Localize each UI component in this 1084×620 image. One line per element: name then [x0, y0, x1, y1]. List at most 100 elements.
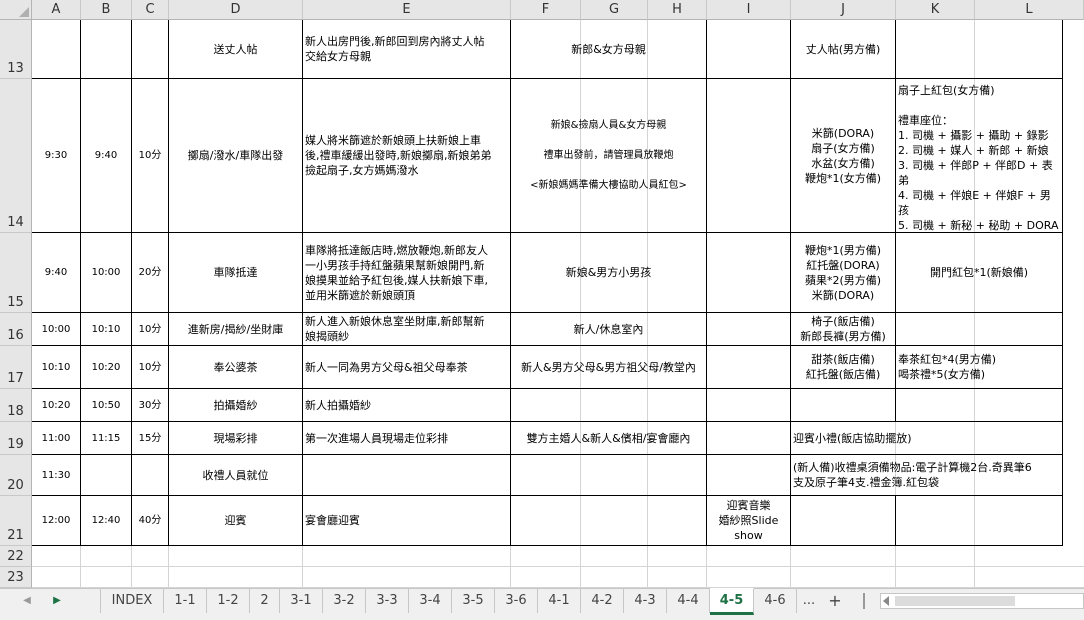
cell-notes[interactable]: 奉茶紅包*4(男方備) 喝茶禮*5(女方備)	[896, 346, 1063, 389]
column-header-c[interactable]: C	[132, 0, 169, 20]
cell-start-time[interactable]: 11:30	[32, 455, 81, 496]
column-header-i[interactable]: I	[707, 0, 791, 20]
column-header-e[interactable]: E	[303, 0, 511, 20]
sheet-tab-1-1[interactable]: 1-1	[164, 589, 207, 613]
cell[interactable]	[707, 20, 791, 79]
row-header[interactable]: 16	[0, 313, 32, 346]
more-tabs-button[interactable]: ...	[797, 589, 821, 613]
sheet-tab-4-2[interactable]: 4-2	[581, 589, 624, 613]
cell-music[interactable]: 迎賓音樂 婚紗照Slide show	[707, 496, 791, 546]
cell-start-time[interactable]: 11:00	[32, 422, 81, 455]
row-header[interactable]: 18	[0, 389, 32, 422]
sheet-tab-3-3[interactable]: 3-3	[366, 589, 409, 613]
cell-item[interactable]: 奉公婆茶	[169, 346, 303, 389]
column-header-f[interactable]: F	[511, 0, 581, 20]
sheet-tab-4-1[interactable]: 4-1	[538, 589, 581, 613]
cell-start-time[interactable]: 10:10	[32, 346, 81, 389]
scroll-thumb[interactable]	[895, 596, 1015, 606]
cell-start-time[interactable]: 10:00	[32, 313, 81, 346]
cell-item[interactable]: 送丈人帖	[169, 20, 303, 79]
cell-props[interactable]: 鞭炮*1(男方備) 紅托盤(DORA) 蘋果*2(男方備) 米篩(DORA)	[791, 233, 896, 313]
cell-notes[interactable]: 迎賓小禮(飯店協助擺放)	[791, 422, 1063, 455]
cell[interactable]	[707, 455, 791, 496]
cell[interactable]	[511, 389, 707, 422]
row-header[interactable]: 15	[0, 233, 32, 313]
cell-start-time[interactable]: 9:30	[32, 79, 81, 233]
row-header[interactable]: 23	[0, 567, 32, 588]
row-header[interactable]: 13	[0, 20, 32, 79]
cell[interactable]	[896, 389, 1063, 422]
cell-item[interactable]: 車隊抵達	[169, 233, 303, 313]
cell[interactable]	[707, 346, 791, 389]
sheet-tab-4-3[interactable]: 4-3	[624, 589, 667, 613]
cell-props[interactable]: 丈人帖(男方備)	[791, 20, 896, 79]
cell-description[interactable]: 媒人將米篩遮於新娘頭上扶新娘上車 後,禮車緩緩出發時,新娘擲扇,新娘弟弟 撿起扇…	[303, 79, 511, 233]
cell-description[interactable]: 新人出房門後,新郎回到房內將丈人帖 交給女方母親	[303, 20, 511, 79]
cell-description[interactable]: 新人一同為男方父母&祖父母奉茶	[303, 346, 511, 389]
row-header[interactable]: 17	[0, 346, 32, 389]
column-header-k[interactable]: K	[896, 0, 975, 20]
cell[interactable]	[707, 422, 791, 455]
column-header-g[interactable]: G	[581, 0, 648, 20]
sheet-tab-2[interactable]: 2	[250, 589, 280, 613]
sheet-tab-3-6[interactable]: 3-6	[495, 589, 538, 613]
cell-duration[interactable]: 30分	[132, 389, 169, 422]
column-header-d[interactable]: D	[169, 0, 303, 20]
cell-notes[interactable]: (新人備)收禮桌須備物品:電子計算機2台.奇異筆6 支及原子筆4支.禮金簿.紅包…	[791, 455, 1063, 496]
cell-props[interactable]: 甜茶(飯店備) 紅托盤(飯店備)	[791, 346, 896, 389]
cell-description[interactable]: 新人拍攝婚紗	[303, 389, 511, 422]
sheet-tab-4-4[interactable]: 4-4	[667, 589, 710, 613]
cell-participants[interactable]: 雙方主婚人&新人&儐相/宴會廳內	[511, 422, 707, 455]
cell-item[interactable]: 現場彩排	[169, 422, 303, 455]
cell-item[interactable]: 進新房/揭紗/坐財庫	[169, 313, 303, 346]
cell[interactable]	[707, 389, 791, 422]
cell[interactable]	[896, 496, 1063, 546]
sheet-tab-1-2[interactable]: 1-2	[207, 589, 250, 613]
cell-duration[interactable]: 10分	[132, 346, 169, 389]
column-header-b[interactable]: B	[81, 0, 132, 20]
scroll-left-icon[interactable]	[883, 596, 889, 606]
cell-duration[interactable]: 10分	[132, 313, 169, 346]
column-header-h[interactable]: H	[648, 0, 707, 20]
cell-start-time[interactable]: 12:00	[32, 496, 81, 546]
cell[interactable]	[707, 233, 791, 313]
horizontal-scrollbar[interactable]	[880, 593, 1084, 609]
cell[interactable]	[81, 20, 132, 79]
sheet-tab-4-6[interactable]: 4-6	[754, 589, 797, 613]
cell-participants[interactable]: 新人&男方父母&男方祖父母/教堂內	[511, 346, 707, 389]
row-header[interactable]: 14	[0, 79, 32, 233]
column-header-l[interactable]: L	[975, 0, 1084, 20]
cell-item[interactable]: 拍攝婚紗	[169, 389, 303, 422]
cell-description[interactable]: 宴會廳迎賓	[303, 496, 511, 546]
row-header[interactable]: 21	[0, 496, 32, 546]
row-header[interactable]: 19	[0, 422, 32, 455]
cell-duration[interactable]: 40分	[132, 496, 169, 546]
cell-end-time[interactable]: 9:40	[81, 79, 132, 233]
cell-description[interactable]: 第一次進場人員現場走位彩排	[303, 422, 511, 455]
cell-participants[interactable]: 新郎&女方母親	[511, 20, 707, 79]
sheet-tab-4-5[interactable]: 4-5	[710, 588, 754, 615]
column-header-a[interactable]: A	[32, 0, 81, 20]
sheet-tab-index[interactable]: INDEX	[100, 589, 164, 613]
cell[interactable]	[896, 313, 1063, 346]
sheet-tab-3-5[interactable]: 3-5	[452, 589, 495, 613]
cell-end-time[interactable]: 10:10	[81, 313, 132, 346]
add-sheet-icon[interactable]: +	[824, 589, 846, 613]
cell[interactable]	[791, 389, 896, 422]
cell-end-time[interactable]: 10:20	[81, 346, 132, 389]
cell[interactable]	[511, 455, 707, 496]
cell[interactable]	[707, 79, 791, 233]
cell[interactable]	[511, 496, 707, 546]
select-all-corner[interactable]	[0, 0, 32, 20]
cell-description[interactable]: 新人進入新娘休息室坐財庫,新郎幫新 娘揭頭紗	[303, 313, 511, 346]
sheet-tab-3-2[interactable]: 3-2	[323, 589, 366, 613]
cell-participants[interactable]: 新娘&男方小男孩	[511, 233, 707, 313]
cell[interactable]	[303, 455, 511, 496]
cell-item[interactable]: 收禮人員就位	[169, 455, 303, 496]
cell-end-time[interactable]: 11:15	[81, 422, 132, 455]
cell-props[interactable]: 米篩(DORA) 扇子(女方備) 水盆(女方備) 鞭炮*1(女方備)	[791, 79, 896, 233]
cell[interactable]	[791, 496, 896, 546]
row-header[interactable]: 20	[0, 455, 32, 496]
cell[interactable]	[707, 313, 791, 346]
cell-participants[interactable]: 新人/休息室內	[511, 313, 707, 346]
